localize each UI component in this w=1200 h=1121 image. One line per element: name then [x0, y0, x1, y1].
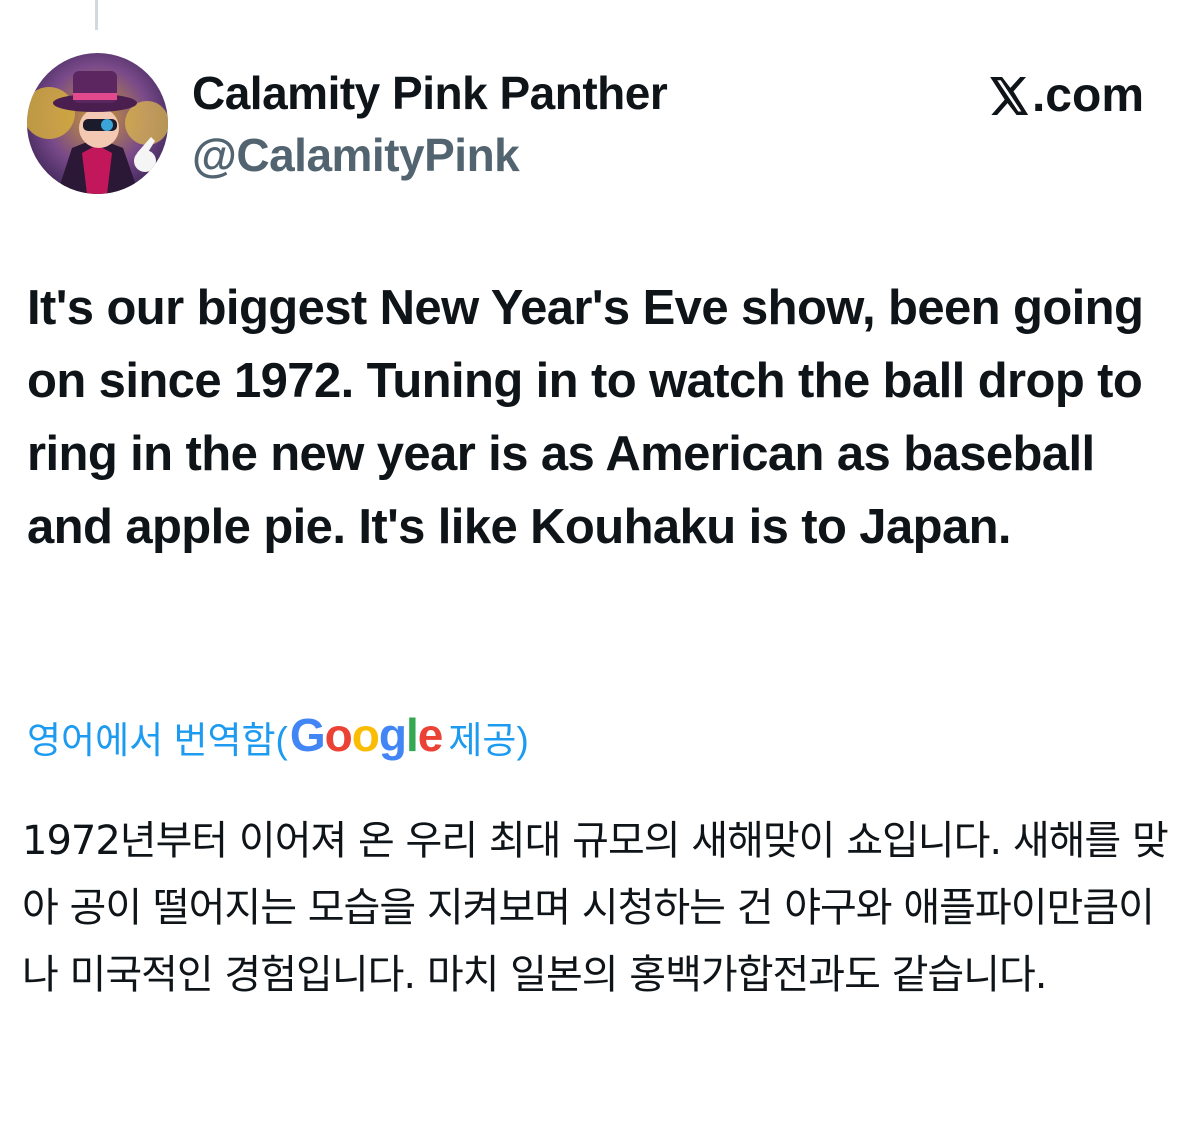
- x-com-brand[interactable]: .com: [990, 68, 1144, 123]
- tweet-body-text: It's our biggest New Year's Eve show, be…: [27, 281, 1144, 554]
- translation-attribution[interactable]: 영어에서 번역함( Google 제공): [27, 709, 529, 764]
- translated-tweet-text: 1972년부터 이어져 온 우리 최대 규모의 새해맞이 쇼입니다. 새해를 맞…: [22, 818, 1169, 998]
- translation-suffix: 제공): [448, 720, 529, 761]
- google-logo: Google: [289, 709, 443, 761]
- brand-domain-label: .com: [1031, 69, 1144, 122]
- x-logo-icon: [990, 76, 1030, 115]
- translation-prefix: 영어에서 번역함(: [27, 720, 288, 761]
- author-display-name[interactable]: Calamity Pink Panther: [192, 66, 668, 120]
- avatar-image: [27, 53, 168, 194]
- avatar[interactable]: [27, 53, 168, 194]
- author-handle[interactable]: @CalamityPink: [192, 128, 520, 182]
- thread-connector-line: [95, 0, 98, 30]
